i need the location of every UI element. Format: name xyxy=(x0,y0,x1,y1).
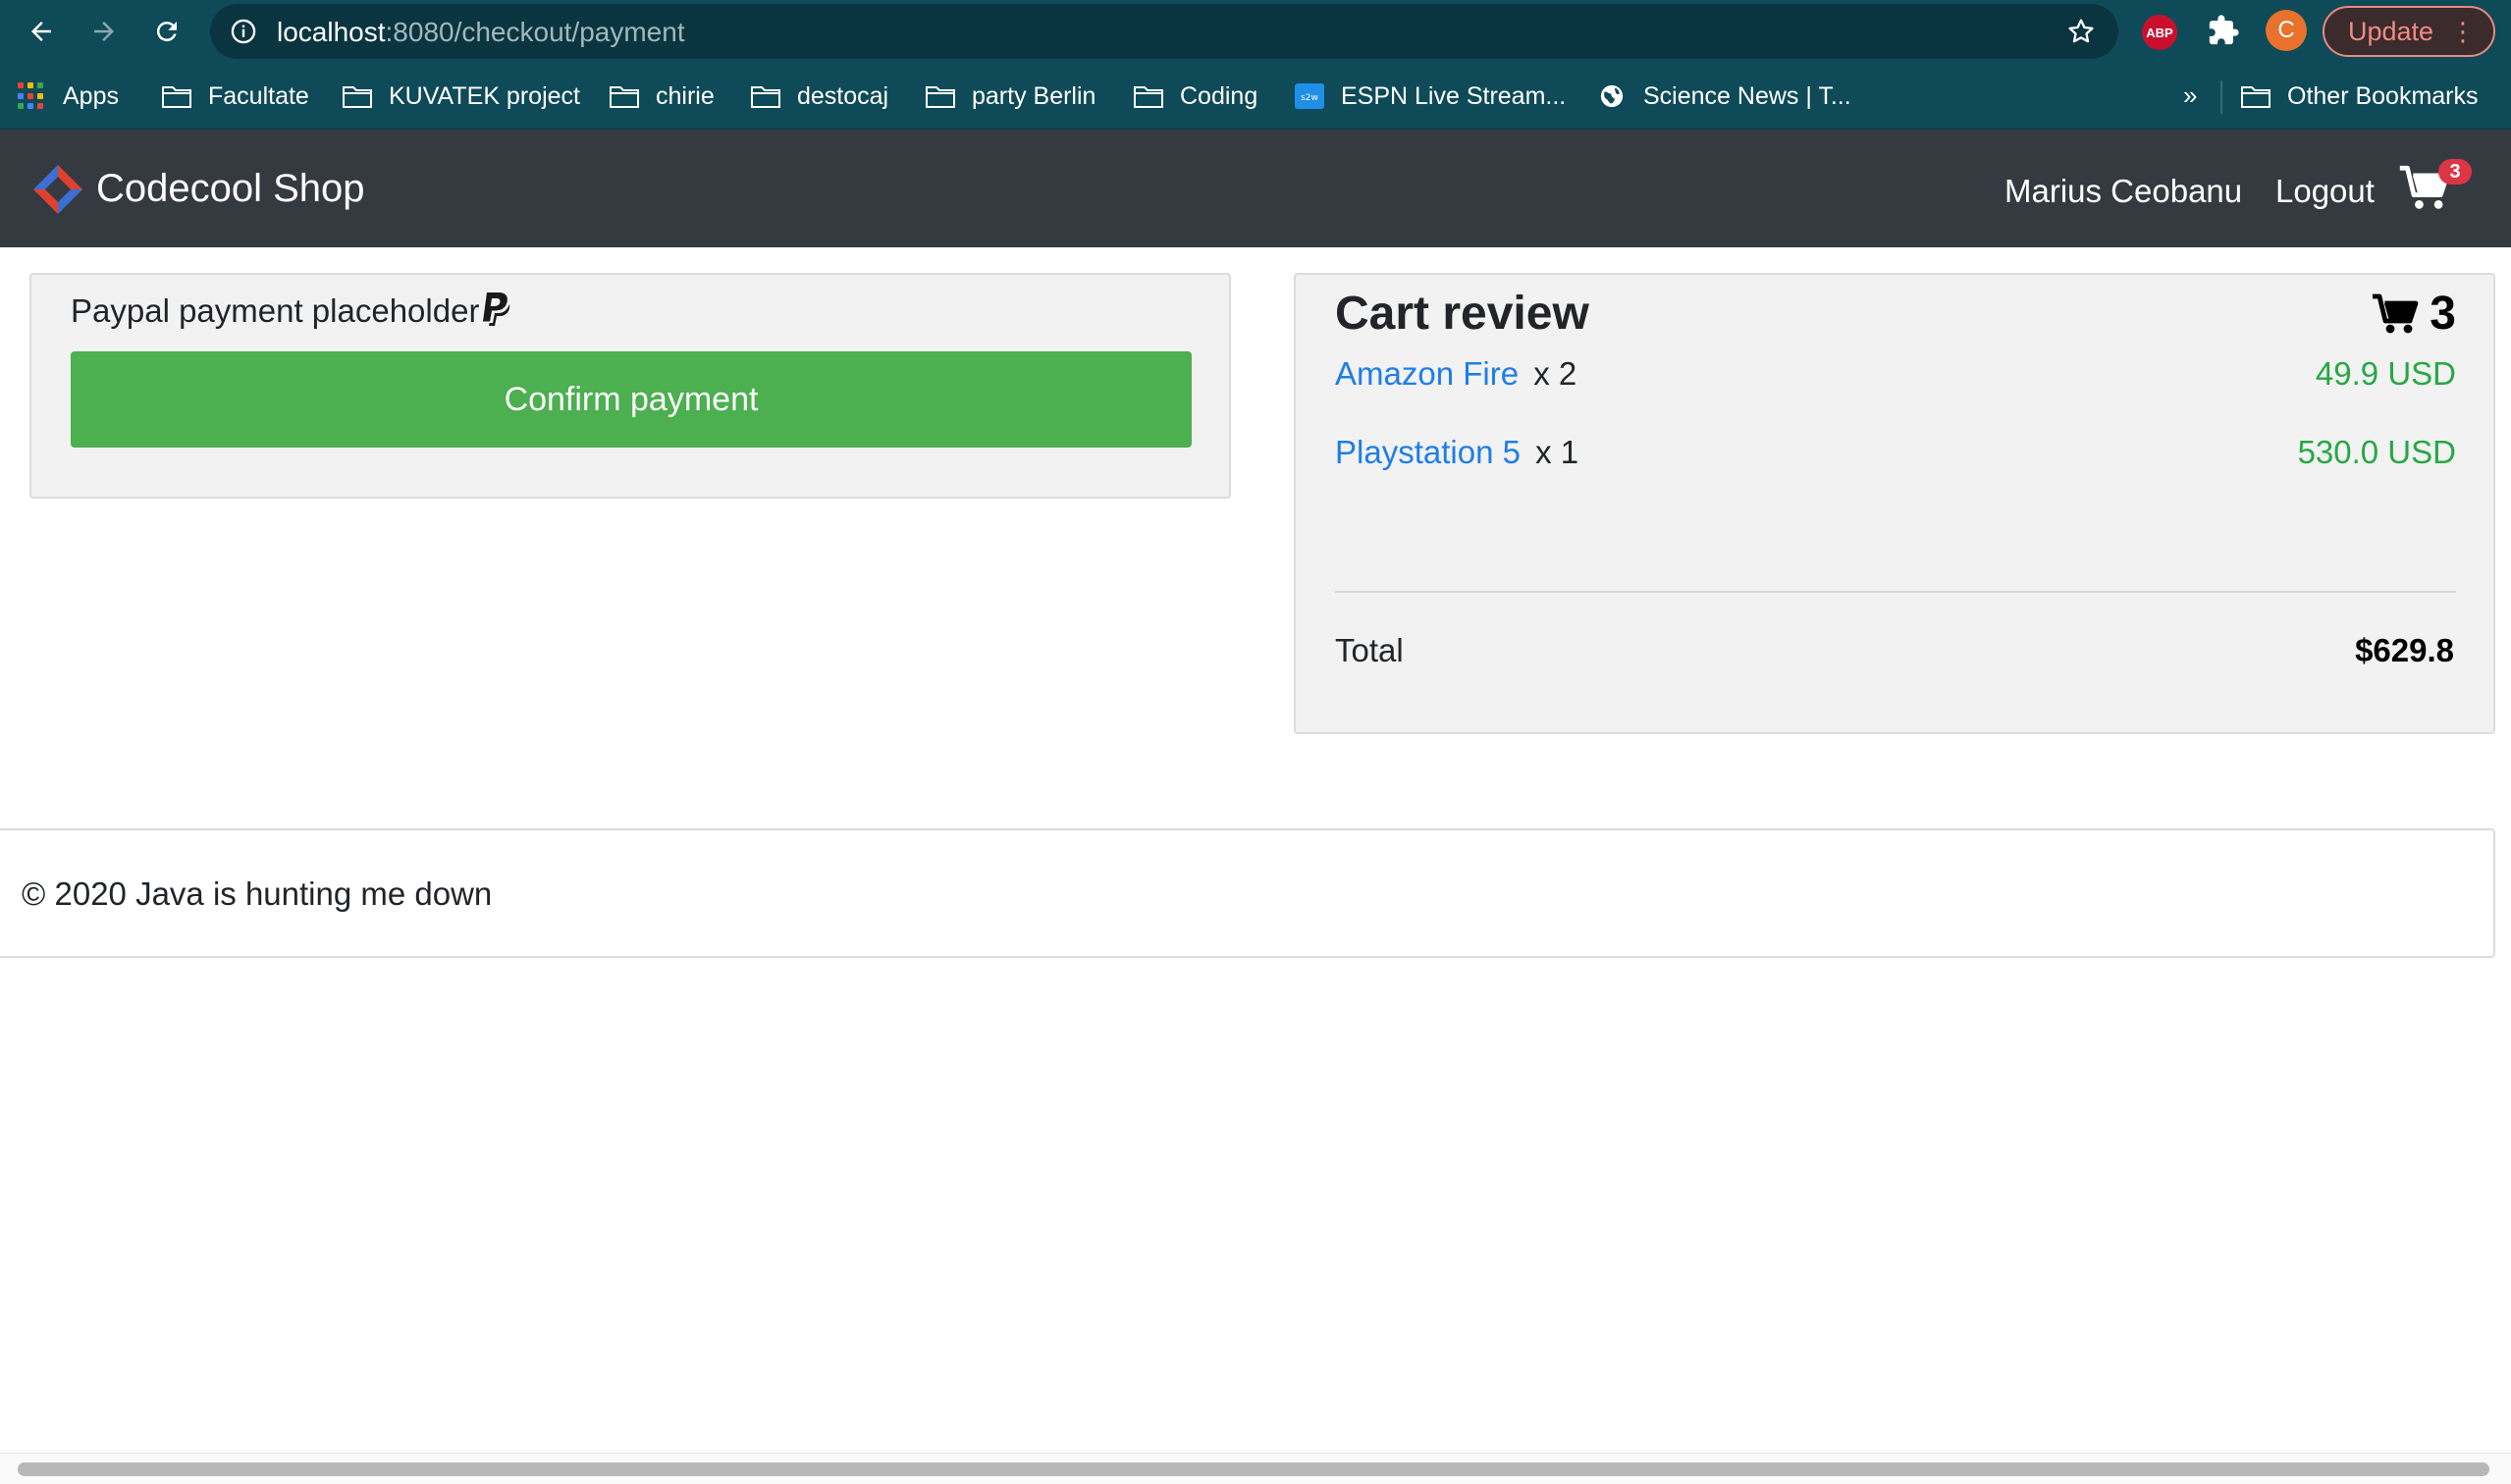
folder-icon xyxy=(343,86,372,108)
cart-review-card: Cart review 3 Amazon Fire x 2 49.9 USD P… xyxy=(1294,273,2495,734)
bookmark-folder[interactable]: destocaj xyxy=(750,63,888,130)
bookmark-other-folder[interactable]: Other Bookmarks xyxy=(2240,63,2479,130)
profile-avatar[interactable]: C xyxy=(2266,10,2307,51)
bookmark-label: destocaj xyxy=(797,81,889,110)
address-bar[interactable]: localhost:8080/checkout/payment xyxy=(210,4,2118,59)
folder-icon xyxy=(610,86,639,108)
cart-divider xyxy=(1335,591,2456,593)
globe-icon xyxy=(1600,84,1624,108)
folder-icon xyxy=(162,86,191,108)
bookmark-label: Other Bookmarks xyxy=(2287,81,2479,110)
payment-card: Paypal payment placeholder Confirm payme… xyxy=(29,273,1231,499)
page-footer: © 2020 Java is hunting me down xyxy=(0,828,2495,958)
bookmark-link[interactable]: s2w ESPN Live Stream... xyxy=(1294,63,1566,130)
bookmark-folder[interactable]: Coding xyxy=(1133,63,1257,130)
folder-icon xyxy=(1134,86,1163,108)
forward-button[interactable] xyxy=(82,10,126,53)
total-value: $629.8 xyxy=(2355,632,2454,668)
logout-link[interactable]: Logout xyxy=(2275,173,2375,210)
cart-item-name-link[interactable]: Playstation 5 xyxy=(1335,434,1521,470)
svg-text:s2w: s2w xyxy=(1301,93,1318,103)
update-button[interactable]: Update ⋮ xyxy=(2323,6,2495,57)
back-button[interactable] xyxy=(20,10,63,53)
bookmarks-bar: Apps Facultate KUVATEK project chirie de… xyxy=(0,63,2511,130)
cart-item-row: Playstation 5 x 1 530.0 USD xyxy=(1335,434,2456,483)
menu-dots-icon[interactable]: ⋮ xyxy=(2450,19,2476,44)
folder-icon xyxy=(751,86,780,108)
cart-item-name-link[interactable]: Amazon Fire xyxy=(1335,355,1519,392)
nav-user-link[interactable]: Marius Ceobanu xyxy=(2004,173,2242,210)
footer-copyright: © 2020 Java is hunting me down xyxy=(22,875,493,912)
cart-item-price: 530.0 USD xyxy=(2297,434,2456,470)
confirm-payment-button[interactable]: Confirm payment xyxy=(71,351,1192,448)
app-navbar: Codecool Shop Marius Ceobanu Logout 3 xyxy=(0,130,2511,247)
cart-item-quantity: x 2 xyxy=(1533,355,1577,392)
cart-icon xyxy=(2373,293,2419,333)
apps-grid-icon xyxy=(18,82,45,110)
bookmark-label: party Berlin xyxy=(972,81,1096,110)
paypal-icon xyxy=(483,292,510,326)
brand-name[interactable]: Codecool Shop xyxy=(96,167,365,211)
url-path: :8080/checkout/payment xyxy=(385,17,685,47)
adblock-extension-icon[interactable]: ABP xyxy=(2142,15,2177,50)
arrow-left-icon xyxy=(31,22,51,41)
reload-button[interactable] xyxy=(145,10,188,53)
cart-item-price: 49.9 USD xyxy=(2315,355,2456,392)
bookmark-folder[interactable]: party Berlin xyxy=(925,63,1095,130)
bookmark-label: chirie xyxy=(656,81,715,110)
cart-item-row: Amazon Fire x 2 49.9 USD xyxy=(1335,355,2456,404)
info-icon[interactable] xyxy=(230,18,257,45)
cart-count-badge: 3 xyxy=(2438,159,2472,185)
bookmark-folder[interactable]: KUVATEK project xyxy=(342,63,580,130)
reload-icon xyxy=(156,22,177,42)
payment-title: Paypal payment placeholder xyxy=(71,292,480,329)
horizontal-scrollbar-thumb[interactable] xyxy=(18,1462,2489,1476)
extensions-puzzle-icon[interactable] xyxy=(2207,14,2240,47)
cart-review-count-value: 3 xyxy=(2430,288,2456,340)
espn-favicon-icon: s2w xyxy=(1295,83,1324,109)
folder-icon xyxy=(926,86,955,108)
cart-item-quantity: x 1 xyxy=(1535,434,1579,470)
bookmark-folder[interactable]: Facultate xyxy=(161,63,309,130)
bookmark-apps[interactable]: Apps xyxy=(18,63,119,130)
bookmark-label: KUVATEK project xyxy=(389,81,580,110)
bookmark-label: ESPN Live Stream... xyxy=(1341,81,1567,110)
bookmark-label: Facultate xyxy=(208,81,309,110)
bookmark-label: Coding xyxy=(1180,81,1258,110)
update-label: Update xyxy=(2348,16,2434,46)
total-label: Total xyxy=(1335,632,1404,668)
bookmark-label: Science News | T... xyxy=(1643,81,1851,110)
cart-review-title: Cart review xyxy=(1335,288,1589,340)
bookmark-label: Apps xyxy=(63,81,119,110)
bookmarks-divider xyxy=(2220,80,2222,114)
arrow-right-icon xyxy=(94,22,114,41)
codecool-logo-icon[interactable] xyxy=(31,163,84,216)
bookmark-link[interactable]: Science News | T... xyxy=(1596,63,1851,130)
bookmark-star-icon[interactable] xyxy=(2065,16,2097,47)
bookmark-folder[interactable]: chirie xyxy=(609,63,715,130)
browser-toolbar: localhost:8080/checkout/payment ABP C Up… xyxy=(0,0,2511,63)
cart-review-count: 3 xyxy=(2373,287,2456,341)
url-host: localhost xyxy=(277,17,386,47)
bookmarks-overflow-icon[interactable]: » xyxy=(2183,80,2197,111)
url-text: localhost:8080/checkout/payment xyxy=(277,17,685,48)
folder-icon xyxy=(2241,86,2271,108)
